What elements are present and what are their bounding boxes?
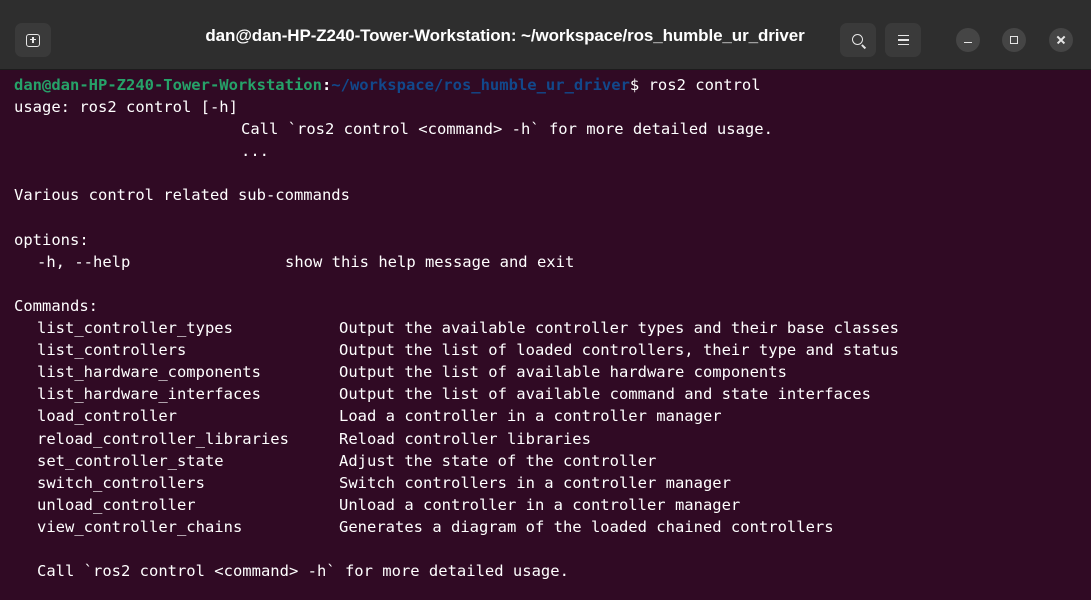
command-name: reload_controller_libraries bbox=[37, 429, 289, 448]
command-description: Generates a diagram of the loaded chaine… bbox=[339, 517, 834, 536]
command-description: Switch controllers in a controller manag… bbox=[339, 473, 731, 492]
prompt-separator: : bbox=[321, 76, 332, 94]
prompt-path: ~/workspace/ros_humble_ur_driver bbox=[331, 76, 630, 94]
command-description: Adjust the state of the controller bbox=[339, 451, 657, 470]
close-button[interactable] bbox=[1049, 28, 1073, 52]
command-name: view_controller_chains bbox=[37, 517, 243, 536]
command-row: list_hardware_interfaces Output the list … bbox=[14, 383, 1091, 405]
command-name: set_controller_state bbox=[37, 451, 224, 470]
command-name: list_hardware_interfaces bbox=[37, 385, 261, 404]
command-description: Reload controller libraries bbox=[339, 429, 591, 448]
search-button[interactable] bbox=[840, 23, 876, 57]
description-line: Various control related sub-commands bbox=[14, 186, 350, 205]
footer-note: Call `ros2 control <command> -h` for mor… bbox=[37, 562, 569, 581]
command-description: Output the list of available command and… bbox=[339, 385, 871, 404]
header-bar: dan@dan-HP-Z240-Tower-Workstation: ~/wor… bbox=[0, 0, 1091, 70]
maximize-icon bbox=[1010, 36, 1018, 44]
menu-button[interactable] bbox=[885, 23, 921, 57]
prompt-line: dan@dan-HP-Z240-Tower-Workstation:~/work… bbox=[14, 74, 1091, 96]
command-row: list_controllers Output the list of loade… bbox=[14, 339, 1091, 361]
command-name: unload_controller bbox=[37, 495, 196, 514]
commands-header: Commands: bbox=[14, 296, 98, 315]
terminal-output[interactable]: dan@dan-HP-Z240-Tower-Workstation:~/work… bbox=[0, 70, 1091, 600]
usage-line: usage: ros2 control [-h] bbox=[14, 98, 238, 117]
terminal-window: dan@dan-HP-Z240-Tower-Workstation: ~/wor… bbox=[0, 0, 1091, 600]
command-name: load_controller bbox=[37, 407, 177, 426]
new-tab-button[interactable] bbox=[15, 23, 51, 57]
usage-detail-line: Call `ros2 control <command> -h` for mor… bbox=[14, 118, 1091, 140]
option-row: -h, --help show this help message and exi… bbox=[14, 251, 1091, 273]
usage-detail: Call `ros2 control <command> -h` for mor… bbox=[241, 120, 773, 139]
hamburger-menu-icon bbox=[897, 39, 909, 41]
prompt-command: ros2 control bbox=[639, 76, 761, 94]
command-description: Load a controller in a controller manage… bbox=[339, 407, 722, 426]
hamburger-menu-icon bbox=[897, 34, 909, 37]
command-name: list_controllers bbox=[37, 341, 187, 360]
command-row: list_controller_types Output the availabl… bbox=[14, 317, 1091, 339]
option-flag: -h, --help bbox=[37, 252, 131, 271]
window-title: dan@dan-HP-Z240-Tower-Workstation: ~/wor… bbox=[205, 26, 805, 45]
prompt-user-host: dan@dan-HP-Z240-Tower-Workstation bbox=[14, 76, 322, 94]
options-header: options: bbox=[14, 230, 89, 249]
command-row: unload_controller Unload a controller in … bbox=[14, 494, 1091, 516]
command-row: reload_controller_libraries Reload contro… bbox=[14, 428, 1091, 450]
option-description: show this help message and exit bbox=[285, 252, 575, 271]
usage-ellipsis: ... bbox=[241, 142, 269, 161]
command-row: set_controller_state Adjust the state of … bbox=[14, 450, 1091, 472]
command-name: switch_controllers bbox=[37, 473, 205, 492]
minimize-button[interactable] bbox=[956, 28, 980, 52]
new-tab-icon bbox=[26, 33, 40, 47]
command-name: list_controller_types bbox=[37, 319, 233, 338]
close-icon bbox=[1056, 35, 1066, 45]
command-description: Output the list of available hardware co… bbox=[339, 363, 787, 382]
prompt-symbol: $ bbox=[629, 76, 640, 94]
search-icon bbox=[851, 33, 863, 45]
command-row: view_controller_chains Generates a diagra… bbox=[14, 516, 1091, 538]
command-row: list_hardware_components Output the list … bbox=[14, 361, 1091, 383]
footer-note-line: Call `ros2 control <command> -h` for mor… bbox=[14, 560, 1091, 582]
hamburger-menu-icon bbox=[897, 43, 909, 46]
command-description: Output the available controller types an… bbox=[339, 319, 899, 338]
command-row: load_controller Load a controller in a co… bbox=[14, 405, 1091, 427]
command-description: Unload a controller in a controller mana… bbox=[339, 495, 741, 514]
maximize-button[interactable] bbox=[1002, 28, 1026, 52]
minimize-icon bbox=[964, 41, 972, 44]
command-name: list_hardware_components bbox=[37, 363, 261, 382]
usage-ellipsis-line: ... bbox=[14, 140, 1091, 162]
command-description: Output the list of loaded controllers, t… bbox=[339, 341, 899, 360]
command-row: switch_controllers Switch controllers in … bbox=[14, 472, 1091, 494]
